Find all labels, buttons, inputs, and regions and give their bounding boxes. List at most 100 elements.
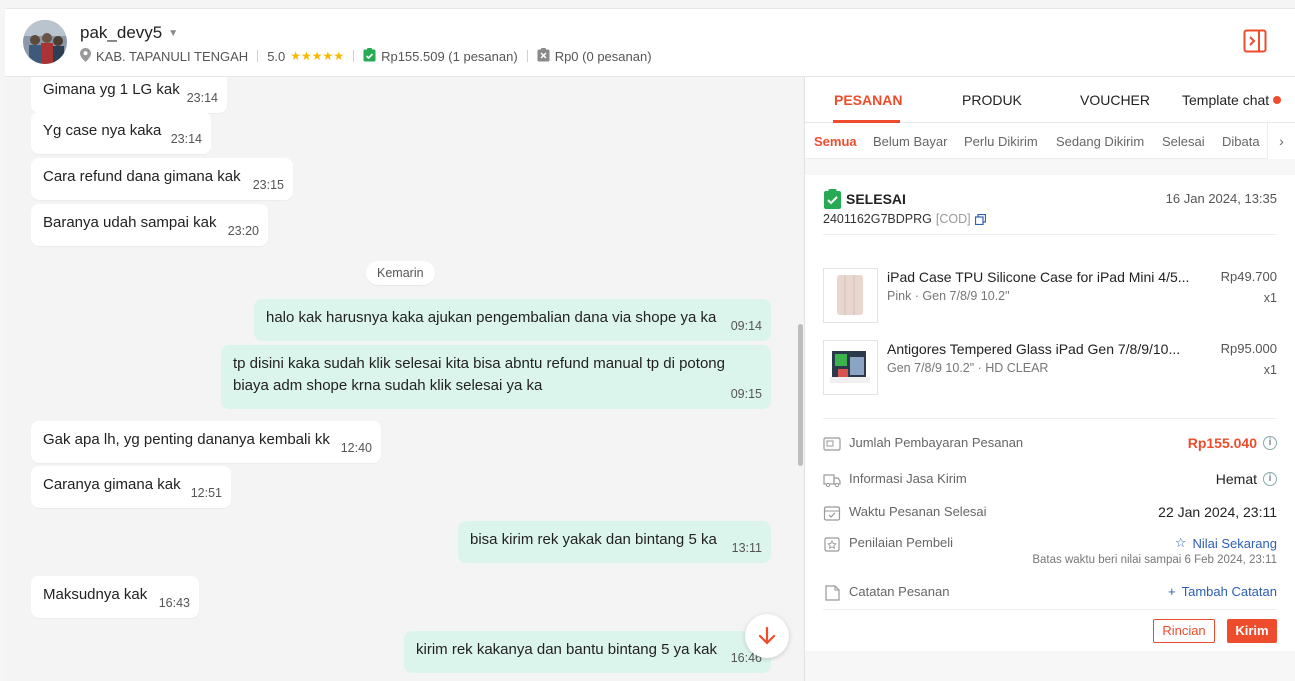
send-button[interactable]: Kirim xyxy=(1227,619,1277,643)
panel-footer-space xyxy=(805,651,1295,681)
message-incoming: Gak apa lh, yg penting dananya kembali k… xyxy=(31,421,381,463)
product-variant: Pink · Gen 7/8/9 10.2" xyxy=(887,289,1010,303)
review-label: Penilaian Pembeli xyxy=(849,535,954,550)
product-name: iPad Case TPU Silicone Case for iPad Min… xyxy=(887,269,1190,285)
message-time: 23:20 xyxy=(227,224,259,238)
message-text: Maksudnya kak xyxy=(43,586,148,603)
chat-scrollbar[interactable] xyxy=(798,324,803,466)
product-price: Rp49.700 xyxy=(1220,269,1277,284)
order-id-text: 2401162G7BDPRG xyxy=(823,212,932,226)
location-pin-icon xyxy=(80,47,91,65)
subtab-sedang-dikirim[interactable]: Sedang Dikirim xyxy=(1056,134,1144,149)
message-outgoing: bisa kirim rek yakak dan bintang 5 ka 13… xyxy=(458,521,771,563)
unpaid-orders-icon xyxy=(537,47,550,65)
calendar-check-icon xyxy=(823,506,841,521)
payment-label: Jumlah Pembayaran Pesanan xyxy=(849,435,1024,450)
product-qty: x1 xyxy=(1263,291,1277,305)
subtab-perlu-dikirim[interactable]: Perlu Dikirim xyxy=(964,134,1038,149)
copy-link-icon[interactable] xyxy=(974,213,986,225)
tab-voucher[interactable]: VOUCHER xyxy=(1080,92,1150,108)
message-outgoing: tp disini kaka sudah klik selesai kita b… xyxy=(221,345,771,409)
review-star-icon xyxy=(824,537,840,552)
review-link-text: Nilai Sekarang xyxy=(1192,535,1277,551)
location-text: KAB. TAPANULI TENGAH xyxy=(96,48,249,64)
tab-pesanan[interactable]: PESANAN xyxy=(834,92,902,108)
product-qty: x1 xyxy=(1263,363,1277,377)
divider xyxy=(823,234,1277,235)
detail-button[interactable]: Rincian xyxy=(1153,619,1215,643)
message-text: Gak apa lh, yg penting dananya kembali k… xyxy=(43,431,330,448)
message-outgoing: kirim rek kakanya dan bantu bintang 5 ya… xyxy=(404,631,771,673)
info-icon[interactable]: i xyxy=(1263,472,1277,486)
order-card: SELESAI 16 Jan 2024, 13:35 2401162G7BDPR… xyxy=(805,175,1295,651)
notification-dot xyxy=(1273,96,1282,104)
avatar[interactable] xyxy=(23,20,67,64)
order-id: 2401162G7BDPRG [COD] xyxy=(823,212,986,226)
order-panel: PESANAN PRODUK VOUCHER Template chat Sem… xyxy=(805,77,1295,681)
message-incoming: Caranya gimana kak 12:51 xyxy=(31,466,231,508)
username[interactable]: pak_devy5 ▼ xyxy=(80,23,178,43)
review-link[interactable]: ☆ Nilai Sekarang xyxy=(1175,535,1277,551)
review-row: Penilaian Pembeli ☆ Nilai Sekarang Batas … xyxy=(823,535,1277,569)
spacer xyxy=(805,159,1295,175)
divider xyxy=(257,50,259,62)
subtab-selesai[interactable]: Selesai xyxy=(1162,134,1205,149)
order-date: 16 Jan 2024, 13:35 xyxy=(1165,191,1277,206)
subtab-belum-bayar[interactable]: Belum Bayar xyxy=(873,134,947,149)
tab-produk[interactable]: PRODUK xyxy=(962,92,1022,108)
shipping-label: Informasi Jasa Kirim xyxy=(849,471,967,486)
message-incoming: Maksudnya kak 16:43 xyxy=(31,576,199,618)
info-icon[interactable]: i xyxy=(1263,436,1277,450)
message-time: 23:15 xyxy=(252,178,284,192)
unpaid-orders-text: Rp0 (0 pesanan) xyxy=(554,48,652,64)
message-text: Gimana yg 1 LG kak xyxy=(43,81,180,98)
paid-orders-text: Rp155.509 (1 pesanan) xyxy=(381,48,518,64)
order-status: SELESAI xyxy=(823,189,906,209)
message-outgoing: halo kak harusnya kaka ajukan pengembali… xyxy=(254,299,771,341)
chat-header: pak_devy5 ▼ KAB. TAPANULI TENGAH 5.0 ★★★… xyxy=(5,9,1295,77)
buyer-meta: KAB. TAPANULI TENGAH 5.0 ★★★★★ Rp155.509… xyxy=(80,47,652,65)
divider xyxy=(823,609,1277,610)
product-variant: Gen 7/8/9 10.2" · HD CLEAR xyxy=(887,361,1049,375)
toggle-panel-icon[interactable] xyxy=(1243,29,1267,53)
message-time: 16:43 xyxy=(158,596,190,610)
truck-icon xyxy=(823,474,841,488)
product-item[interactable]: iPad Case TPU Silicone Case for iPad Min… xyxy=(823,268,1277,324)
message-text: halo kak harusnya kaka ajukan pengembali… xyxy=(266,309,717,326)
panel-tabs: PESANAN PRODUK VOUCHER Template chat xyxy=(805,77,1295,123)
message-time: 12:40 xyxy=(340,441,372,455)
payment-value: Rp155.040 i xyxy=(1188,435,1277,451)
message-time: 13:11 xyxy=(731,541,762,555)
note-icon xyxy=(825,585,840,601)
payment-amount: Rp155.040 xyxy=(1187,435,1257,451)
rating-value: 5.0 xyxy=(267,48,286,64)
chat-window: pak_devy5 ▼ KAB. TAPANULI TENGAH 5.0 ★★★… xyxy=(5,8,1295,681)
arrow-down-icon xyxy=(758,626,776,645)
subtab-dibatalkan[interactable]: Dibata xyxy=(1222,134,1260,149)
day-divider: Kemarin xyxy=(366,261,435,285)
divider xyxy=(353,50,355,62)
chevron-right-icon[interactable]: › xyxy=(1267,123,1295,159)
scroll-down-button[interactable] xyxy=(745,614,789,658)
username-text: pak_devy5 xyxy=(80,23,163,42)
product-item[interactable]: Antigores Tempered Glass iPad Gen 7/8/9/… xyxy=(823,340,1277,396)
product-image xyxy=(823,268,878,323)
message-time: 09:15 xyxy=(730,387,762,401)
message-text: Baranya udah sampai kak xyxy=(43,214,217,231)
chevron-down-icon[interactable]: ▼ xyxy=(168,28,178,39)
message-incoming: Cara refund dana gimana kak 23:15 xyxy=(31,158,293,200)
chat-messages[interactable]: Gimana yg 1 LG kak 23:14 Yg case nya kak… xyxy=(5,77,805,681)
message-time: 23:14 xyxy=(170,132,202,146)
message-text: Cara refund dana gimana kak xyxy=(43,168,241,185)
shipping-service: Hemat xyxy=(1215,471,1257,487)
completed-label: Waktu Pesanan Selesai xyxy=(849,504,987,519)
product-price: Rp95.000 xyxy=(1220,341,1277,356)
product-image xyxy=(823,340,878,395)
add-note-link[interactable]: + Tambah Catatan xyxy=(1168,584,1277,599)
subtab-semua[interactable]: Semua xyxy=(814,134,857,149)
wallet-icon xyxy=(823,437,841,451)
tab-template-chat[interactable]: Template chat xyxy=(1182,92,1282,108)
completed-value: 22 Jan 2024, 23:11 xyxy=(1158,504,1277,520)
add-note-text: Tambah Catatan xyxy=(1181,584,1277,599)
message-time: 12:51 xyxy=(190,486,222,500)
